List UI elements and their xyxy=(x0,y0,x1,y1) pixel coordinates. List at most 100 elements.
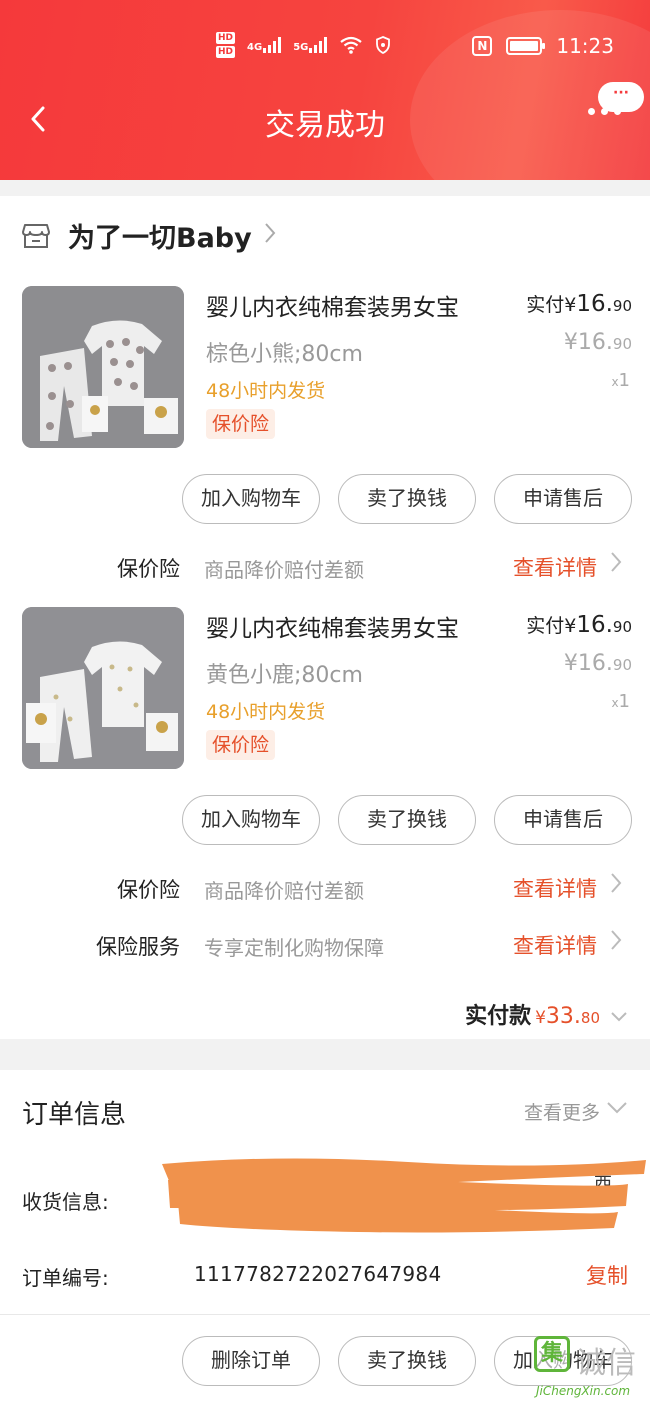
paid-price: 实付¥16.90 xyxy=(526,611,632,638)
quantity: x1 xyxy=(611,370,630,391)
signal-5g-icon: 5G xyxy=(293,37,328,53)
insurance-desc: 商品降价赔付差额 xyxy=(204,879,364,903)
after-sales-button[interactable]: 申请售后 xyxy=(494,474,632,524)
wifi-icon xyxy=(340,36,363,54)
chevron-right-icon xyxy=(610,872,622,900)
chevron-down-icon[interactable] xyxy=(606,1096,628,1120)
price-decimal: 90 xyxy=(612,656,632,674)
paid-label: 实付 xyxy=(526,615,565,637)
price-integer: 16. xyxy=(576,612,613,638)
product-image[interactable] xyxy=(22,286,184,448)
status-time: 11:23 xyxy=(556,34,614,58)
insurance-label: 保价险 xyxy=(117,557,180,581)
paid-label: 实付 xyxy=(526,294,565,316)
total-decimal: 80 xyxy=(580,1009,600,1027)
shop-name: 为了一切Baby xyxy=(68,223,252,254)
hd-badge-1: HD xyxy=(216,32,236,44)
network-type-label: 5G xyxy=(293,42,309,53)
status-bar: HD HD 4G 5G N 11:23 xyxy=(0,28,650,68)
after-sales-button[interactable]: 申请售后 xyxy=(494,795,632,845)
add-to-cart-button[interactable]: 加入购物车 xyxy=(182,795,320,845)
baby-clothes-image xyxy=(22,607,184,769)
shield-icon xyxy=(376,36,391,54)
address-label: 收货信息: xyxy=(22,1190,109,1214)
resell-button[interactable]: 卖了换钱 xyxy=(338,1336,476,1386)
product-title: 婴儿内衣纯棉套装男女宝 xyxy=(206,295,459,321)
product-title: 婴儿内衣纯棉套装男女宝 xyxy=(206,616,459,642)
price-decimal: 90 xyxy=(612,297,632,315)
price-decimal: 90 xyxy=(612,335,632,353)
insurance-label: 保险服务 xyxy=(96,935,180,959)
product-actions: 加入购物车 卖了换钱 申请售后 xyxy=(0,795,650,845)
nfc-icon: N xyxy=(472,36,493,56)
price-integer: 16. xyxy=(577,651,613,676)
view-details-link[interactable]: 查看详情 xyxy=(513,873,597,903)
quantity: x1 xyxy=(611,691,630,712)
product-image[interactable] xyxy=(22,607,184,769)
insurance-row[interactable]: 保价险 商品降价赔付差额 查看详情 xyxy=(0,872,650,908)
more-dots-icon[interactable] xyxy=(588,108,628,128)
header-bar: HD HD 4G 5G N 11:23 交易成功 ··· xyxy=(0,0,650,180)
battery-icon xyxy=(506,37,546,55)
currency-symbol: ¥ xyxy=(563,330,578,355)
page-title: 交易成功 xyxy=(265,108,385,143)
hd-badge-2: HD xyxy=(216,46,236,58)
status-signal-group: HD HD 4G 5G xyxy=(216,32,391,58)
shop-order-card: 为了一切Baby 婴儿内衣纯棉套装男女宝 棕色小熊;80cm 48小时内发货 保… xyxy=(0,196,650,1039)
add-to-cart-button[interactable]: 加入购物车 xyxy=(182,474,320,524)
store-icon xyxy=(22,223,50,248)
currency-symbol: ¥ xyxy=(563,651,578,676)
delete-order-button[interactable]: 删除订单 xyxy=(182,1336,320,1386)
insurance-label: 保价险 xyxy=(117,878,180,902)
shipping-promise: 48小时内发货 xyxy=(206,380,326,402)
insurance-desc: 专享定制化购物保障 xyxy=(204,936,384,960)
currency-symbol: ¥ xyxy=(564,294,577,316)
insurance-tag: 保价险 xyxy=(206,730,276,760)
network-type-label: 4G xyxy=(247,42,263,53)
divider xyxy=(0,1314,650,1315)
redaction-scribble xyxy=(162,1158,646,1233)
chevron-right-icon xyxy=(610,929,622,957)
view-more-link[interactable]: 查看更多 xyxy=(524,1098,600,1125)
hd-indicator: HD HD xyxy=(216,32,236,58)
watermark-url: JiChengXin.com xyxy=(536,1384,631,1398)
currency-symbol: ¥ xyxy=(564,615,577,637)
insurance-row[interactable]: 保价险 商品降价赔付差额 查看详情 xyxy=(0,551,650,587)
insurance-desc: 商品降价赔付差额 xyxy=(204,558,364,582)
shop-header[interactable]: 为了一切Baby xyxy=(22,216,276,255)
order-number: 1117782722027647984 xyxy=(194,1262,442,1286)
price-decimal: 90 xyxy=(612,618,632,636)
paid-price: 实付¥16.90 xyxy=(526,290,632,317)
total-paid[interactable]: 实付款 ¥ 33. 80 xyxy=(465,998,628,1030)
watermark-text: 诚信 xyxy=(576,1346,636,1381)
order-info-title: 订单信息 xyxy=(22,1100,127,1130)
chevron-down-icon xyxy=(610,1007,628,1028)
signal-4g-icon: 4G xyxy=(247,37,282,53)
currency-symbol: ¥ xyxy=(535,1008,546,1028)
original-price: ¥16.90 xyxy=(564,651,632,676)
resell-button[interactable]: 卖了换钱 xyxy=(338,795,476,845)
product-actions: 加入购物车 卖了换钱 申请售后 xyxy=(0,474,650,524)
price-integer: 16. xyxy=(577,330,613,355)
product-item[interactable]: 婴儿内衣纯棉套装男女宝 黄色小鹿;80cm 48小时内发货 保价险 实付¥16.… xyxy=(0,607,650,772)
original-price: ¥16.90 xyxy=(564,330,632,355)
view-details-link[interactable]: 查看详情 xyxy=(513,930,597,960)
product-variant: 棕色小熊;80cm xyxy=(206,342,363,367)
shipping-promise: 48小时内发货 xyxy=(206,701,326,723)
order-number-label: 订单编号: xyxy=(22,1266,109,1290)
price-integer: 16. xyxy=(576,291,613,317)
total-integer: 33. xyxy=(545,1004,581,1029)
watermark-logo: 集 xyxy=(534,1336,570,1372)
product-variant: 黄色小鹿;80cm xyxy=(206,663,363,688)
insurance-service-row[interactable]: 保险服务 专享定制化购物保障 查看详情 xyxy=(0,929,650,965)
resell-button[interactable]: 卖了换钱 xyxy=(338,474,476,524)
product-item[interactable]: 婴儿内衣纯棉套装男女宝 棕色小熊;80cm 48小时内发货 保价险 实付¥16.… xyxy=(0,286,650,451)
status-right-group: N 11:23 xyxy=(472,34,614,58)
chevron-right-icon xyxy=(610,551,622,579)
copy-button[interactable]: 复制 xyxy=(586,1260,628,1290)
chevron-right-icon xyxy=(264,221,276,251)
baby-clothes-image xyxy=(22,286,184,448)
watermark: 集 诚信 JiChengXin.com xyxy=(530,1336,650,1408)
total-label: 实付款 xyxy=(465,1004,532,1029)
view-details-link[interactable]: 查看详情 xyxy=(513,552,597,582)
